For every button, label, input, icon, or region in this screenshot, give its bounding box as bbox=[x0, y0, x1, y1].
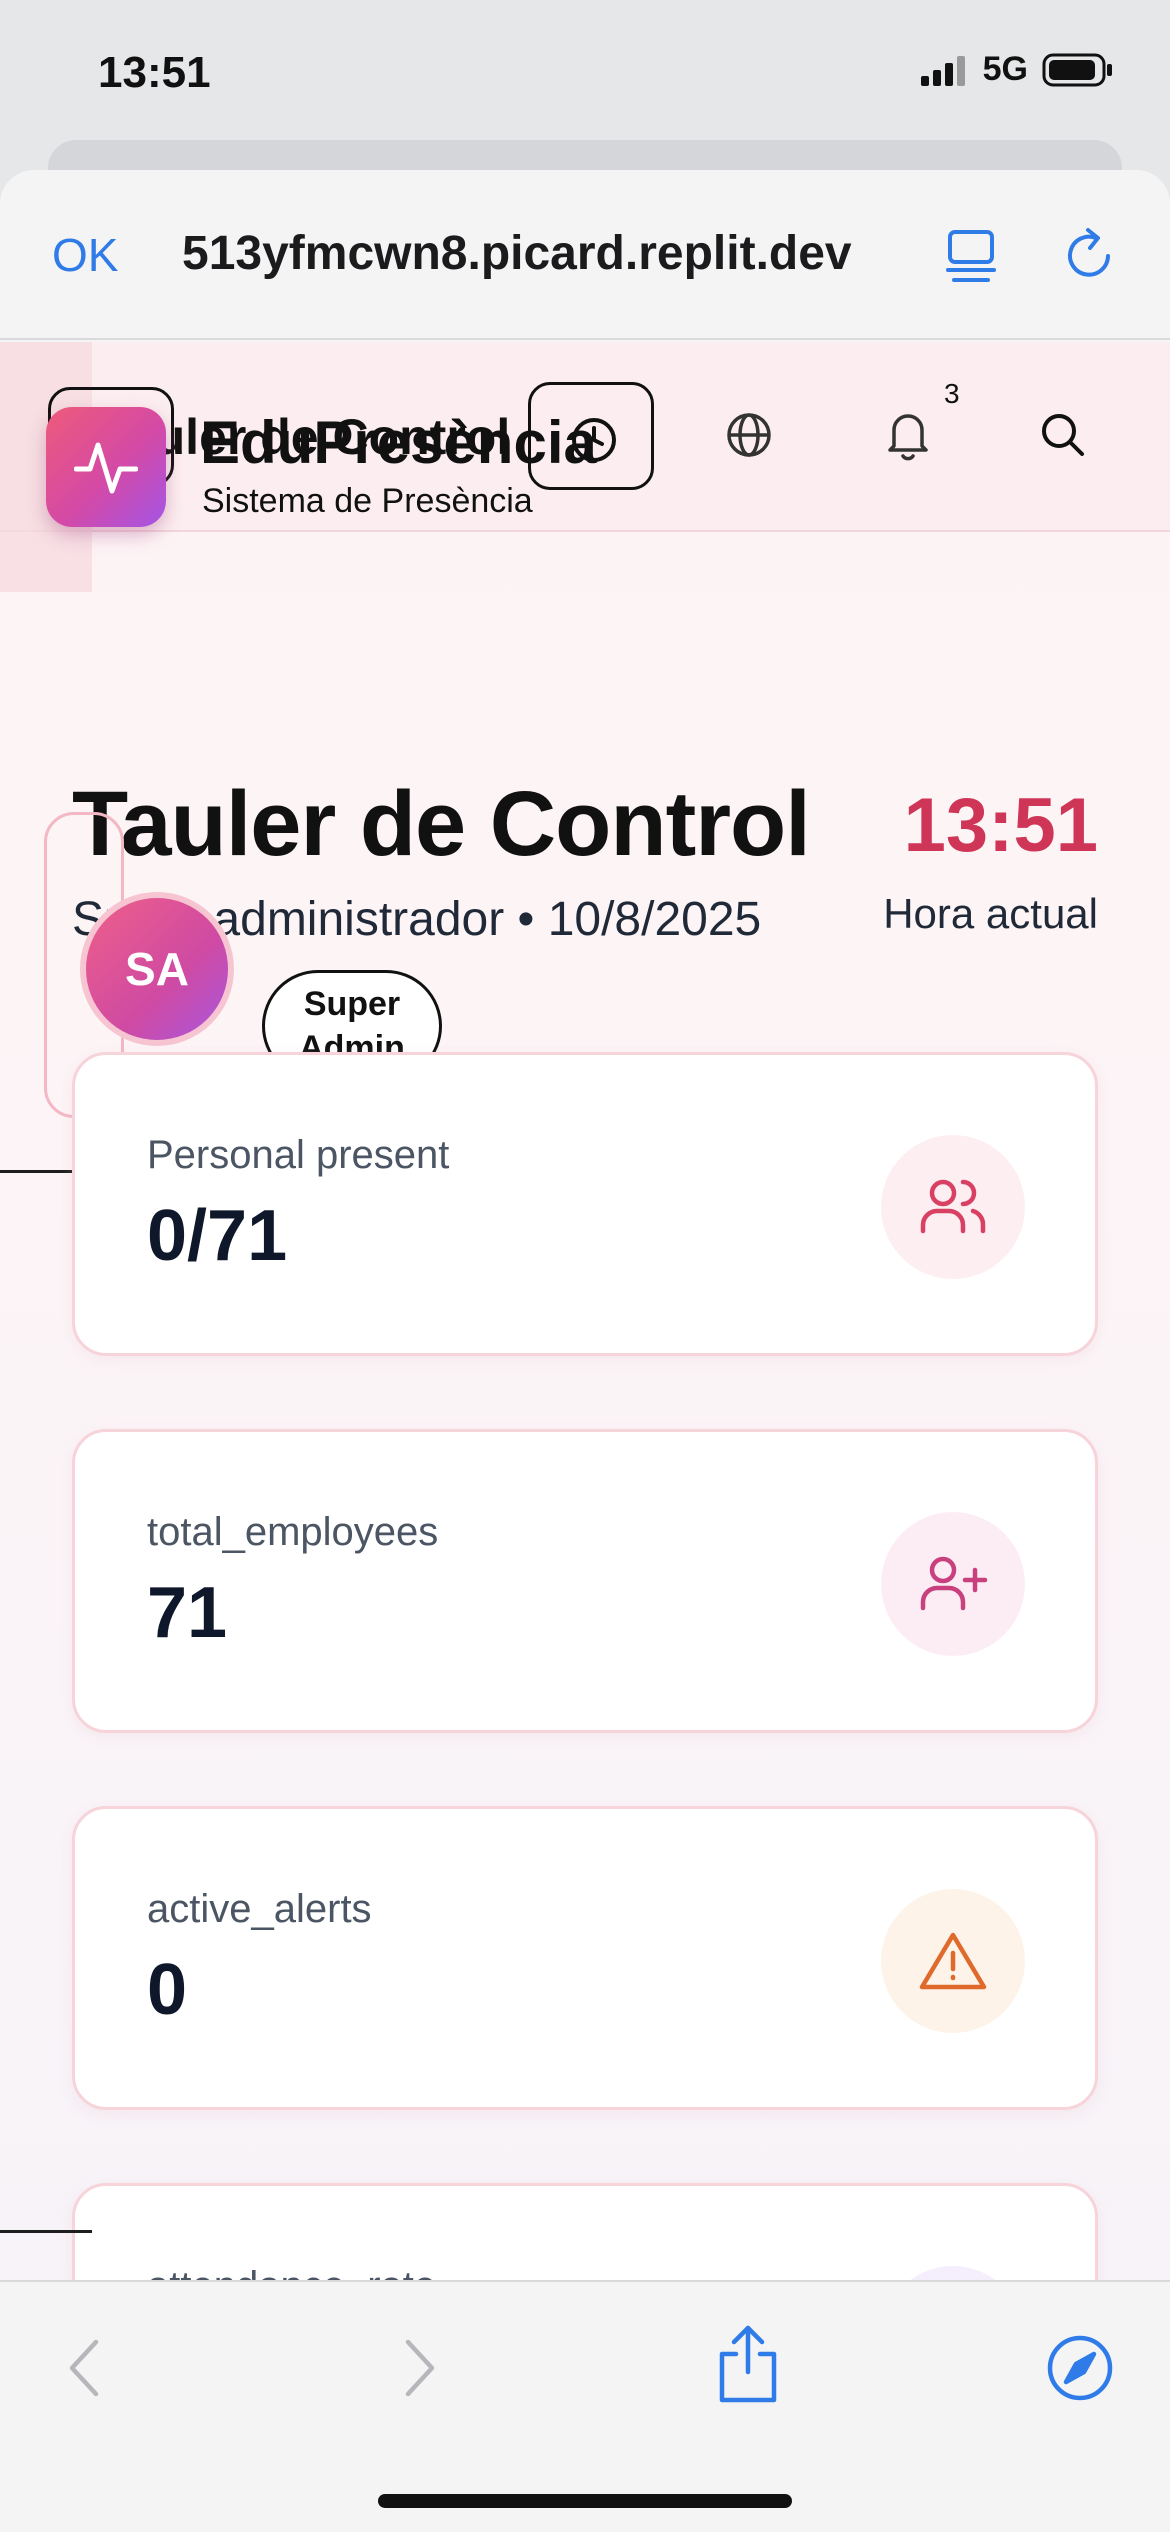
network-label: 5G bbox=[982, 50, 1028, 88]
page-title: Tauler de Control bbox=[72, 773, 811, 875]
clock-icon bbox=[572, 418, 616, 462]
reload-icon[interactable] bbox=[1064, 226, 1116, 282]
url-display[interactable]: 513yfmcwn8.picard.replit.dev bbox=[182, 226, 852, 281]
avatar[interactable]: SA bbox=[80, 892, 234, 1046]
done-button[interactable]: OK bbox=[52, 228, 118, 282]
forward-button[interactable] bbox=[400, 2336, 440, 2400]
share-button[interactable] bbox=[716, 2324, 780, 2404]
compass-icon bbox=[1047, 2335, 1113, 2401]
chevron-left-icon bbox=[69, 2339, 99, 2397]
compass-button[interactable] bbox=[1046, 2334, 1114, 2402]
alert-triangle-icon bbox=[881, 1889, 1025, 2033]
browser-sheet: OK 513yfmcwn8.picard.replit.dev Tauler d… bbox=[0, 170, 1170, 2532]
stat-value: 0 bbox=[147, 1950, 188, 2030]
users-icon bbox=[881, 1135, 1025, 1279]
notifications-button[interactable] bbox=[884, 408, 932, 462]
stat-value: 0/71 bbox=[147, 1196, 288, 1276]
brand-subtitle: Sistema de Presència bbox=[202, 482, 533, 520]
notification-badge: 3 bbox=[944, 378, 960, 409]
user-plus-icon bbox=[881, 1512, 1025, 1656]
status-time: 13:51 bbox=[98, 48, 211, 97]
web-content: Tauler de Control EduPresència Sistema d… bbox=[0, 342, 1170, 2448]
stat-label: active_alerts bbox=[147, 1887, 372, 1931]
stat-label: Personal present bbox=[147, 1133, 450, 1177]
language-button[interactable] bbox=[724, 410, 774, 460]
activity-icon bbox=[74, 442, 138, 494]
stat-card-total-employees[interactable]: total_employees 71 bbox=[72, 1429, 1098, 1733]
bell-icon bbox=[888, 414, 928, 461]
reader-mode-icon[interactable] bbox=[944, 228, 998, 286]
globe-icon bbox=[727, 413, 771, 457]
share-icon bbox=[719, 2325, 777, 2403]
stat-card-active-alerts[interactable]: active_alerts 0 bbox=[72, 1806, 1098, 2110]
battery-icon bbox=[1042, 53, 1112, 86]
chevron-right-icon bbox=[405, 2339, 435, 2397]
browser-address-bar: OK 513yfmcwn8.picard.replit.dev bbox=[0, 170, 1170, 340]
back-button[interactable] bbox=[64, 2336, 104, 2400]
status-indicators: 5G bbox=[920, 50, 1114, 89]
stat-value: 71 bbox=[147, 1573, 228, 1653]
home-indicator bbox=[378, 2494, 792, 2508]
stat-label: total_employees bbox=[147, 1510, 439, 1554]
app-logo[interactable] bbox=[46, 407, 166, 527]
clock-in-button[interactable] bbox=[528, 382, 654, 490]
search-icon bbox=[1042, 414, 1084, 456]
signal-icon bbox=[920, 55, 965, 86]
stat-card-present[interactable]: Personal present 0/71 bbox=[72, 1052, 1098, 1356]
current-time-label: Hora actual bbox=[883, 890, 1098, 937]
sidebar-divider bbox=[0, 2230, 92, 2233]
search-button[interactable] bbox=[1040, 412, 1086, 458]
current-time: 13:51 bbox=[903, 783, 1098, 868]
browser-toolbar bbox=[0, 2280, 1170, 2532]
